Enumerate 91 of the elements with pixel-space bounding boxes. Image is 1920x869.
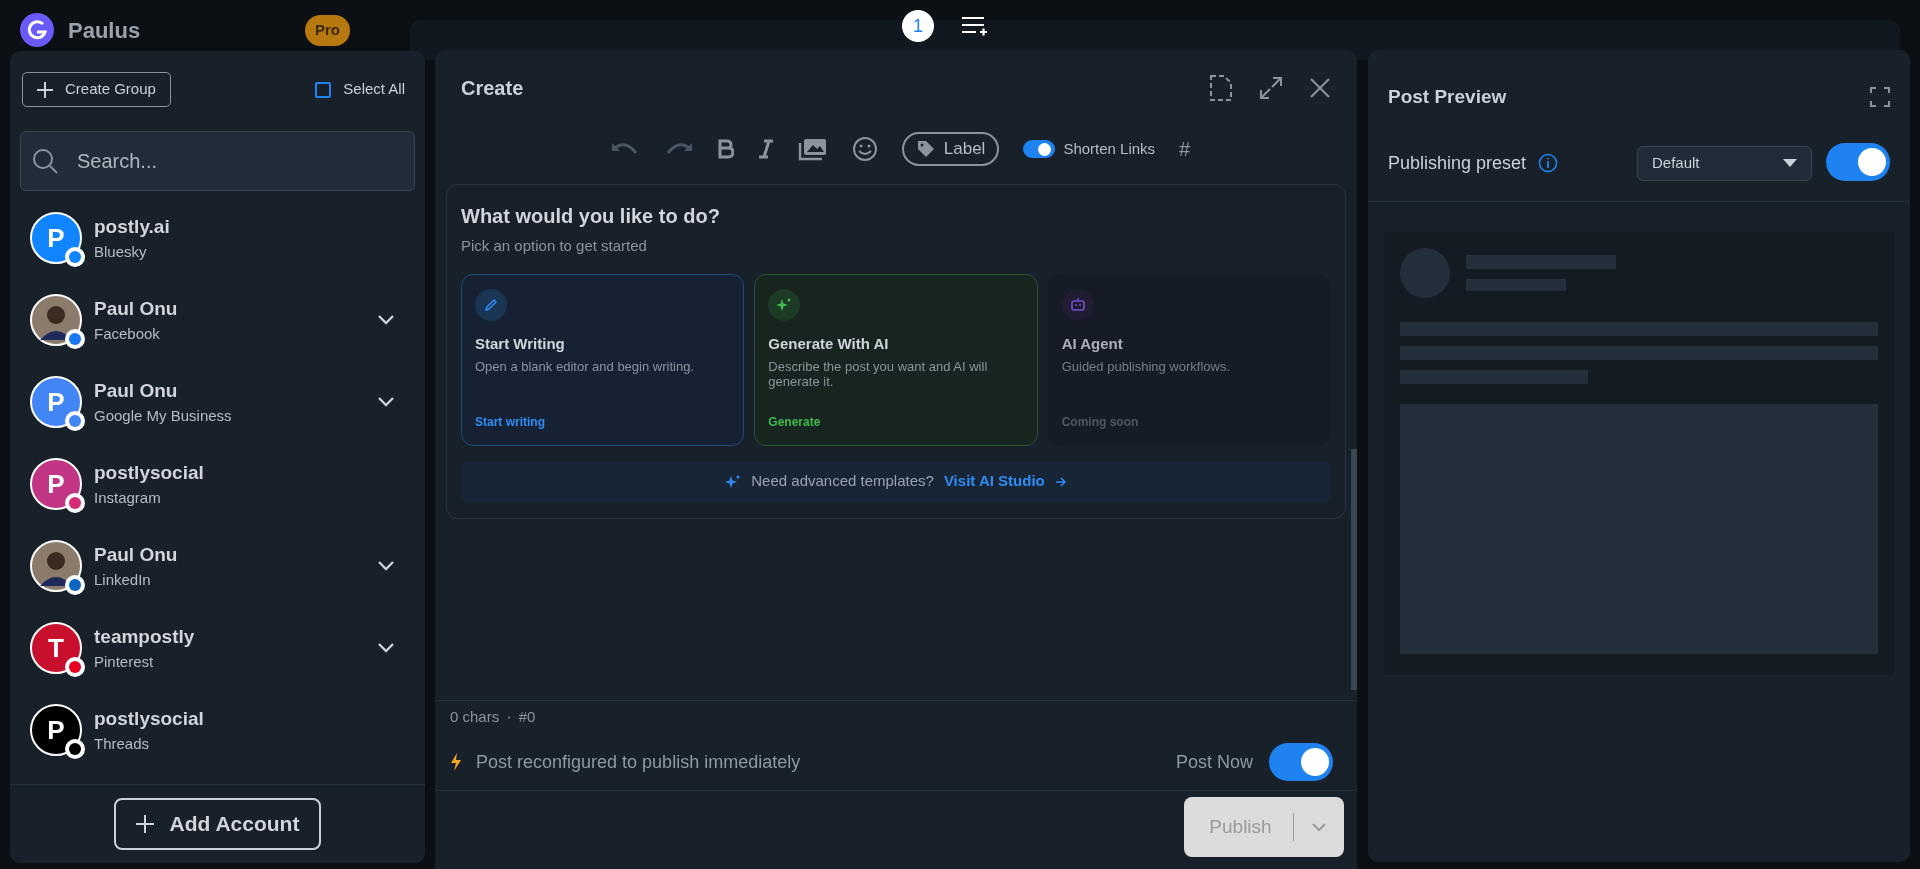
- plus-icon: [135, 815, 154, 833]
- option-description: Describe the post you want and AI will generate it.: [768, 359, 989, 389]
- account-name: postlysocial: [94, 706, 205, 731]
- dialog-title: Create: [461, 76, 524, 101]
- account-name: Paul Onu: [94, 542, 179, 567]
- info-icon[interactable]: [1538, 153, 1559, 173]
- network-badge-icon: [64, 410, 86, 432]
- workspace-name: Paulus: [68, 16, 141, 45]
- network-badge-icon: [64, 574, 86, 596]
- option-card[interactable]: Generate With AI Describe the post you want and AI will generate it. Generate: [754, 273, 1038, 446]
- avatar: P: [30, 212, 82, 264]
- prompt-heading: What would you like to do?: [461, 204, 721, 229]
- preset-label: Publishing preset: [1388, 151, 1527, 175]
- shorten-links-label: Shorten Links: [1063, 138, 1156, 159]
- preview-title: Post Preview: [1388, 84, 1507, 109]
- account-name: teampostly: [94, 624, 196, 649]
- add-account-button[interactable]: Add Account: [113, 798, 322, 850]
- logo-icon: [20, 13, 54, 47]
- option-title: Start Writing: [475, 333, 566, 354]
- account-name: Paul Onu: [94, 296, 179, 321]
- search-icon: [32, 148, 58, 174]
- network-badge-icon: [64, 328, 86, 350]
- pencil-icon: [484, 297, 498, 312]
- checkbox[interactable]: [315, 81, 332, 98]
- network-badge-icon: [64, 738, 86, 760]
- publish-notice: Post reconfigured to publish immediately: [476, 750, 801, 774]
- char-count: 0 chars: [450, 707, 500, 728]
- account-name: postlysocial: [94, 460, 205, 485]
- account-platform: Facebook: [94, 324, 161, 344]
- bold-icon[interactable]: [717, 139, 734, 159]
- account-platform: Pinterest: [94, 652, 155, 672]
- create-group-button[interactable]: Create Group: [22, 72, 171, 107]
- caret-down-icon: [1783, 159, 1797, 167]
- option-description: Open a blank editor and begin writing.: [475, 359, 695, 374]
- option-title: AI Agent: [1061, 333, 1124, 354]
- option-card[interactable]: Start Writing Open a blank editor and begin writing. Start writing: [461, 273, 745, 446]
- network-badge-icon: [64, 492, 86, 514]
- avatar: T: [30, 622, 82, 674]
- account-platform: Instagram: [94, 488, 162, 508]
- templates-text: Need advanced templates?: [751, 471, 934, 492]
- account-name: Paul Onu: [94, 378, 179, 403]
- option-action[interactable]: Generate: [768, 412, 1024, 431]
- post-now-label: Post Now: [1175, 750, 1253, 774]
- option-action[interactable]: Start writing: [475, 412, 731, 431]
- account-name: postly.ai: [94, 214, 171, 239]
- add-to-list-icon[interactable]: [960, 14, 988, 38]
- emoji-icon[interactable]: [851, 136, 878, 162]
- account-platform: Google My Business: [94, 406, 233, 426]
- plus-icon: [37, 81, 53, 98]
- preset-dropdown[interactable]: Default: [1637, 145, 1812, 181]
- toggle-switch[interactable]: [1269, 743, 1333, 781]
- toggle-switch[interactable]: [1826, 143, 1890, 181]
- hashtag-button[interactable]: #: [1179, 134, 1191, 164]
- chevron-down-icon[interactable]: [377, 314, 395, 326]
- document-icon[interactable]: [1209, 74, 1233, 102]
- prompt-subheading: Pick an option to get started: [461, 236, 648, 256]
- select-all-label[interactable]: Select All: [343, 78, 405, 101]
- avatar: P: [30, 458, 82, 510]
- sparkles-icon: [725, 473, 742, 490]
- expand-icon[interactable]: [1259, 76, 1283, 100]
- chevron-down-icon[interactable]: [377, 560, 395, 572]
- avatar: P: [30, 376, 82, 428]
- chevron-down-icon[interactable]: [377, 396, 395, 408]
- lightning-icon: [450, 753, 462, 771]
- option-description: Guided publishing workflows.: [1061, 359, 1232, 374]
- account-platform: LinkedIn: [94, 570, 152, 590]
- search-field[interactable]: Search...: [20, 131, 415, 191]
- account-platform: Bluesky: [94, 242, 148, 262]
- fullscreen-icon[interactable]: [1870, 87, 1890, 107]
- toggle-switch[interactable]: [1023, 140, 1056, 158]
- account-platform: Threads: [94, 734, 151, 754]
- plan-badge: Pro: [305, 15, 350, 46]
- images-icon[interactable]: [797, 137, 828, 161]
- network-badge-icon: [64, 246, 86, 268]
- label-button[interactable]: Label: [901, 132, 1000, 166]
- italic-icon[interactable]: [757, 139, 774, 159]
- option-action: Coming soon: [1061, 413, 1140, 431]
- chevron-down-icon[interactable]: [377, 642, 395, 654]
- queue-count-badge[interactable]: 1: [902, 10, 934, 42]
- arrow-right-icon[interactable]: [1054, 475, 1067, 488]
- separator-dot: •: [507, 711, 511, 725]
- option-title: Generate With AI: [768, 333, 890, 354]
- tag-icon: [915, 139, 936, 159]
- avatar: P: [30, 704, 82, 756]
- network-badge-icon: [64, 656, 86, 678]
- post-number: #0: [518, 707, 536, 728]
- visit-ai-studio-link[interactable]: Visit AI Studio: [943, 470, 1045, 493]
- chevron-down-icon: [1312, 822, 1326, 832]
- robot-icon: [1069, 296, 1086, 313]
- sparkles-icon: [776, 296, 793, 313]
- close-icon[interactable]: [1309, 77, 1331, 99]
